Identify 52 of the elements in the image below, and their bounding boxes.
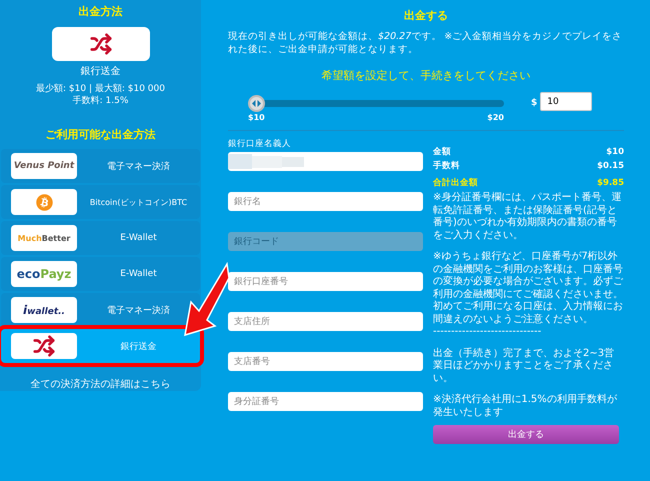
method-label: 電子マネー決済 [106,304,171,316]
summary-value: $0.15 [597,160,624,173]
payment-method-item[interactable]: iwallet.. 電子マネー決済 [1,293,200,327]
limits-text: 最少額: $10 | 最大額: $10 000 [36,83,165,95]
logo-text: ecoPayz [16,267,72,281]
payment-method-item[interactable]: MuchBetter E-Wallet [1,221,200,255]
summary-value: $10 [606,146,624,159]
amount-slider[interactable] [248,95,504,112]
method-label: Bitcoin(ビットコイン)BTC [88,196,188,208]
section-title: 出金方法 [78,4,122,20]
fee-text: 手数料: 1.5% [72,95,128,107]
summary-label: 合計出金額 [433,176,478,190]
currency-sign: $ [531,98,538,108]
page-title: 出金する [404,9,448,22]
bitcoin-icon [36,194,52,210]
slider-handle[interactable] [248,95,265,112]
note-text: 出金（手続き）完了まで、およそ2~3営業日ほどかかりますことをご了承ください。 [433,348,616,385]
payment-method-item[interactable]: Bitcoin(ビットコイン)BTC [1,185,200,219]
note-text: ※ゆうちょ銀行など、口座番号が7桁以外の金融機関をご利用のお客様は、口座番号の変換が必要な場合がございます。必ずご利用の金融機関にてご確認くださいませ。初めてご利用になる口座は、入力情報にお間違えのないようご注意ください。 [433,251,624,326]
arrows-icon [252,100,261,107]
input-field[interactable]: 支店番号 [228,352,423,371]
logo-text: MuchBetter [18,234,70,242]
field-label: 銀行口座名義人 [228,139,292,150]
min-label: $10 [248,113,265,122]
summary-value: $9.85 [597,177,624,190]
payment-method-item[interactable]: Venus Point 電子マネー決済 [1,149,200,183]
input-field[interactable]: 銀行口座番号 [228,272,423,291]
method-label: E-Wallet [119,269,158,279]
input-field[interactable]: 身分証番号 [228,392,423,411]
input-field[interactable]: 銀行名 [228,192,423,211]
method-label: 銀行送金 [120,340,158,352]
note-text: ------------------------------ [433,326,542,338]
summary-label: 金額 [433,146,451,159]
payment-method-item[interactable]: ecoPayz E-Wallet [1,257,200,291]
input-field[interactable]: 支店住所 [228,312,423,331]
section-title: ご利用可能な出金方法 [46,127,156,143]
max-label: $20 [487,113,504,122]
logo-text: iwallet.. [23,303,65,317]
amount-input[interactable]: 10 [540,92,592,111]
withdraw-button[interactable]: 出金する [433,425,619,444]
logo-text: Venus Point [14,161,74,171]
method-label: 電子マネー決済 [106,160,171,172]
method-label: E-Wallet [119,233,158,243]
details-link[interactable]: 全ての決済方法の詳細はこちら [30,377,170,391]
summary-label: 手数料 [433,160,460,173]
note-text: ※身分証番号欄には、パスポート番号、運転免許証番号、または保険証番号(記号と番号)のいづれか有効期限内の書類の番号をご入力ください。 [433,192,622,242]
shuffle-icon [90,33,112,55]
subtitle: 希望額を設定して、手続きをしてください [322,69,530,82]
shuffle-icon [33,335,55,357]
intro-text: 現在の引き出しが可能な金額は、$20.27です。 ※ご入金額相当分をカジノでプレイをされた後に、ご出金申請が可能となります。 [228,30,624,56]
method-name: 銀行送金 [80,65,120,79]
note-text: ※決済代行会社用に1.5%の利用手数料が発生いたします [433,394,618,419]
